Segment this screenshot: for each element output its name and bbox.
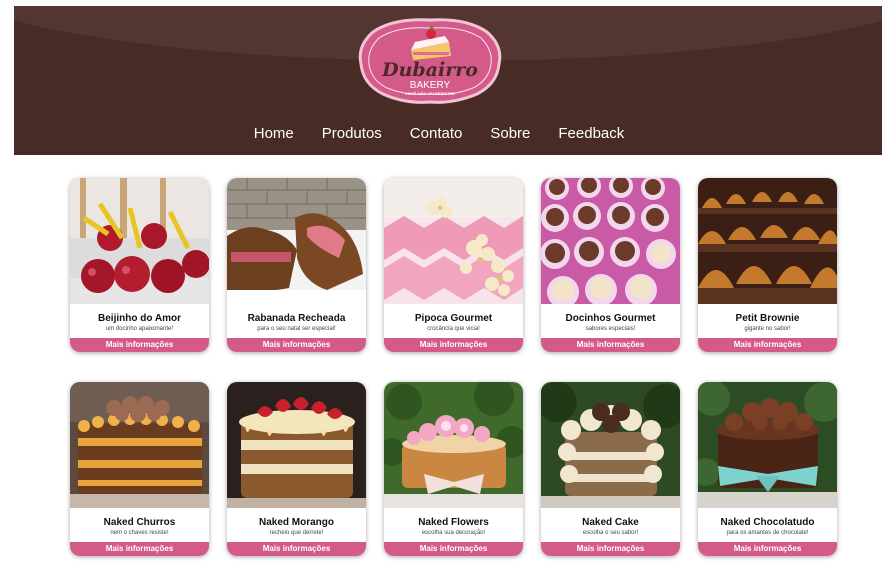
petit-brownie-image — [698, 178, 837, 304]
more-info-button[interactable]: Mais informações — [384, 542, 523, 556]
main-nav: Home Produtos Contato Sobre Feedback — [14, 122, 882, 146]
naked-cake-image — [541, 382, 680, 508]
product-title: Docinhos Gourmet — [565, 313, 656, 324]
stuffed-french-toast-image — [227, 178, 366, 304]
product-title: Naked Cake — [582, 517, 639, 528]
product-card[interactable]: Pipoca Gourmet crocância que vicia! Mais… — [384, 178, 523, 352]
logo-tagline: VOCÊ NÃO VAI RESISTIR! — [405, 91, 455, 96]
product-title: Rabanada Recheada — [247, 313, 346, 324]
more-info-button[interactable]: Mais informações — [227, 542, 366, 556]
logo-subname: BAKERY — [410, 80, 451, 91]
product-card[interactable]: Beijinho do Amor um docinho apaixonante!… — [70, 178, 209, 352]
product-subtitle: nem o chaves resiste! — [110, 530, 169, 536]
product-title: Petit Brownie — [735, 313, 800, 324]
product-title: Naked Churros — [103, 517, 176, 528]
product-subtitle: um docinho apaixonante! — [105, 326, 174, 332]
product-card[interactable]: Naked Churros nem o chaves resiste! Mais… — [70, 382, 209, 556]
more-info-button[interactable]: Mais informações — [541, 542, 680, 556]
bakery-logo[interactable]: Dubairro BAKERY VOCÊ NÃO VAI RESISTIR! — [353, 12, 507, 104]
product-subtitle: escolha o seu sabor! — [582, 530, 639, 536]
logo-name: Dubairro — [381, 59, 478, 81]
product-title: Pipoca Gourmet — [414, 313, 493, 324]
more-info-button[interactable]: Mais informações — [698, 542, 837, 556]
nav-home[interactable]: Home — [254, 122, 294, 146]
nav-feedback[interactable]: Feedback — [558, 122, 624, 146]
product-card[interactable]: Naked Morango recheio que derrete! Mais … — [227, 382, 366, 556]
more-info-button[interactable]: Mais informações — [541, 338, 680, 352]
product-subtitle: escolha sua decoração! — [421, 530, 486, 536]
more-info-button[interactable]: Mais informações — [698, 338, 837, 352]
product-card[interactable]: Naked Chocolatudo para os amantes de cho… — [698, 382, 837, 556]
product-subtitle: para os amantes de chocolate! — [726, 530, 809, 536]
product-title: Naked Flowers — [418, 517, 489, 528]
product-card[interactable]: Naked Cake escolha o seu sabor! Mais inf… — [541, 382, 680, 556]
product-title: Naked Chocolatudo — [720, 517, 815, 528]
naked-chocolate-cake-image — [698, 382, 837, 508]
gourmet-sweets-image — [541, 178, 680, 304]
product-subtitle: recheio que derrete! — [269, 530, 324, 536]
gourmet-popcorn-image — [384, 178, 523, 304]
more-info-button[interactable]: Mais informações — [70, 542, 209, 556]
product-card[interactable]: Naked Flowers escolha sua decoração! Mai… — [384, 382, 523, 556]
product-subtitle: para o seu natal ser especial! — [257, 326, 336, 332]
naked-strawberry-cake-image — [227, 382, 366, 508]
nav-sobre[interactable]: Sobre — [490, 122, 530, 146]
product-subtitle: sabores especiais! — [585, 326, 636, 332]
nav-produtos[interactable]: Produtos — [322, 122, 382, 146]
product-card[interactable]: Rabanada Recheada para o seu natal ser e… — [227, 178, 366, 352]
candy-apples-image — [70, 178, 209, 304]
more-info-button[interactable]: Mais informações — [227, 338, 366, 352]
naked-flowers-cake-image — [384, 382, 523, 508]
more-info-button[interactable]: Mais informações — [70, 338, 209, 352]
product-grid: Beijinho do Amor um docinho apaixonante!… — [70, 178, 838, 556]
product-card[interactable]: Docinhos Gourmet sabores especiais! Mais… — [541, 178, 680, 352]
product-title: Beijinho do Amor — [98, 313, 181, 324]
nav-contato[interactable]: Contato — [410, 122, 463, 146]
naked-churros-cake-image — [70, 382, 209, 508]
more-info-button[interactable]: Mais informações — [384, 338, 523, 352]
product-subtitle: crocância que vicia! — [427, 326, 480, 332]
product-subtitle: gigante no sabor! — [744, 326, 791, 332]
product-card[interactable]: Petit Brownie gigante no sabor! Mais inf… — [698, 178, 837, 352]
product-title: Naked Morango — [258, 517, 334, 528]
site-header: Dubairro BAKERY VOCÊ NÃO VAI RESISTIR! H… — [14, 6, 882, 155]
